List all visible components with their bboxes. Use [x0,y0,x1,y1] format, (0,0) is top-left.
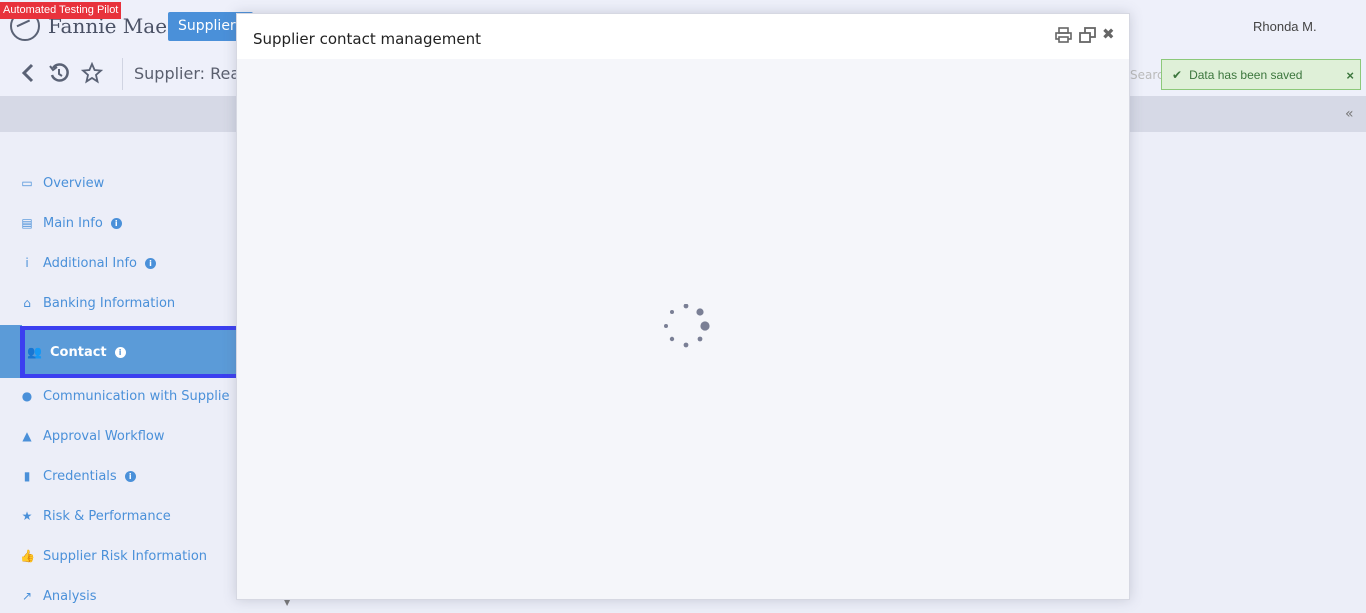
close-icon[interactable]: ✖ [1102,25,1115,43]
info-icon[interactable]: i [145,257,156,269]
users-icon: 👥 [27,345,42,359]
sidebar-item-label: Additional Info [43,255,137,271]
info-letter-icon: i [25,256,29,270]
star-icon: ★ [21,509,33,523]
book-icon: ▮ [23,469,31,483]
sidebar-item-label: Risk & Performance [43,508,171,524]
toolbar-divider [122,58,123,90]
sidebar-item-label: Banking Information [43,295,176,311]
double-chevron-left-icon[interactable]: « [1345,106,1354,122]
sidebar-item-label: Contact [50,344,107,360]
toast-message: Data has been saved [1189,67,1303,82]
search-input[interactable]: Searc [1130,62,1164,88]
check-icon: ✔ [1172,67,1183,82]
sidebar-item-label: Supplier Risk Information [43,548,208,564]
toast-close-button[interactable]: × [1346,68,1354,83]
automated-testing-badge: Automated Testing Pilot [0,2,122,19]
road-icon: ▲ [22,429,32,443]
comments-icon: ● [21,389,33,403]
bank-icon: ⌂ [23,296,31,310]
supplier-contact-modal: Supplier contact management ✖ [236,13,1130,600]
line-chart-icon: ↗ [21,589,33,603]
history-icon[interactable] [48,62,70,89]
user-menu[interactable]: Rhonda M. [1253,19,1317,34]
sidebar-item-label: Analysis [43,588,97,604]
modal-title: Supplier contact management [253,30,481,48]
back-icon[interactable] [20,62,36,89]
sidebar-item-label: Overview [43,175,105,191]
supplier-title: Supplier: Rea [134,64,241,83]
sidebar-item-contact[interactable]: 👥 Contact i [20,326,236,378]
monitor-icon: ▭ [21,176,33,190]
active-indicator [0,325,22,378]
sidebar-item-label: Communication with Supplie [43,388,230,404]
info-icon[interactable]: i [124,470,136,482]
success-toast: ✔ Data has been saved × [1161,59,1361,90]
restore-window-icon[interactable] [1079,27,1096,47]
sidebar-item-label: Main Info [43,215,103,231]
info-icon[interactable]: i [110,217,122,229]
sidebar-item-label: Approval Workflow [43,428,165,444]
thumbs-up-icon: 👍 [20,549,35,563]
info-icon[interactable]: i [114,346,126,358]
star-icon[interactable] [80,61,104,89]
id-card-icon: ▤ [21,216,33,230]
sidebar-item-label: Credentials [43,468,117,484]
spinner-icon [661,303,711,354]
modal-header: Supplier contact management ✖ [237,14,1129,59]
printer-icon[interactable] [1055,27,1072,47]
